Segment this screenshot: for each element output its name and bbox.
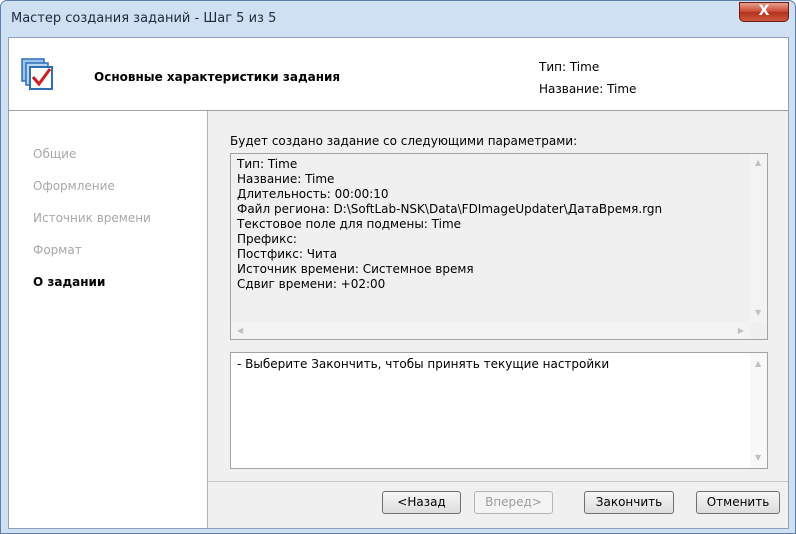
summary-line: Сдвиг времени: +02:00: [237, 277, 386, 291]
summary-vertical-scrollbar[interactable]: ▲ ▼: [750, 154, 767, 322]
summary-line: Префикс:: [237, 232, 297, 246]
summary-line: Источник времени: Системное время: [237, 262, 474, 276]
next-button[interactable]: Вперед>: [474, 491, 553, 514]
summary-box[interactable]: Тип: Time Название: Time Длительность: 0…: [230, 153, 768, 340]
page-title: Основные характеристики задания: [94, 70, 341, 84]
summary-line: Текстовое поле для подмены: Time: [237, 217, 462, 231]
step-general: Общие: [33, 147, 77, 161]
title-bar[interactable]: Мастер создания заданий - Шаг 5 из 5 X: [1, 1, 795, 36]
summary-line: Длительность: 00:00:10: [237, 187, 389, 201]
close-icon: X: [758, 3, 770, 19]
summary-horizontal-scrollbar[interactable]: ◀ ▶: [231, 322, 750, 339]
summary-label: Будет создано задание со следующими пара…: [230, 134, 578, 148]
wizard-window: Мастер создания заданий - Шаг 5 из 5 X О…: [0, 0, 796, 534]
finish-button[interactable]: Закончить: [584, 491, 674, 514]
scroll-down-icon[interactable]: ▼: [755, 309, 761, 317]
button-separator: [208, 481, 788, 482]
step-design: Оформление: [33, 179, 115, 193]
scroll-up-icon[interactable]: ▲: [755, 360, 761, 368]
wizard-client-area: Основные характеристики задания Тип: Tim…: [8, 37, 789, 529]
scroll-up-icon[interactable]: ▲: [755, 159, 761, 167]
step-about-task: О задании: [33, 275, 106, 289]
summary-line: Название: Time: [237, 172, 335, 186]
wizard-header: Основные характеристики задания Тип: Tim…: [9, 38, 788, 111]
hint-text: - Выберите Закончить, чтобы принять теку…: [237, 357, 610, 371]
window-title: Мастер создания заданий - Шаг 5 из 5: [11, 11, 277, 26]
hint-vertical-scrollbar[interactable]: ▲ ▼: [750, 353, 767, 468]
task-type-info: Тип: Time: [539, 60, 600, 74]
task-name-info: Название: Time: [539, 82, 637, 96]
scroll-down-icon[interactable]: ▼: [755, 454, 761, 462]
summary-line: Файл региона: D:\SoftLab-NSK\Data\FDImag…: [237, 202, 663, 216]
close-button[interactable]: X: [739, 2, 789, 22]
steps-panel: Общие Оформление Источник времени Формат…: [9, 111, 208, 528]
cancel-button[interactable]: Отменить: [696, 491, 780, 514]
scroll-left-icon[interactable]: ◀: [237, 327, 243, 335]
checklist-icon: [21, 58, 53, 90]
step-format: Формат: [33, 243, 82, 257]
scroll-right-icon[interactable]: ▶: [738, 327, 744, 335]
summary-line: Постфикс: Чита: [237, 247, 338, 261]
summary-line: Тип: Time: [237, 157, 298, 171]
back-button[interactable]: <Назад: [382, 491, 461, 514]
scrollbar-corner: [750, 322, 767, 339]
step-time-source: Источник времени: [33, 211, 151, 225]
hint-box[interactable]: - Выберите Закончить, чтобы принять теку…: [230, 352, 768, 469]
